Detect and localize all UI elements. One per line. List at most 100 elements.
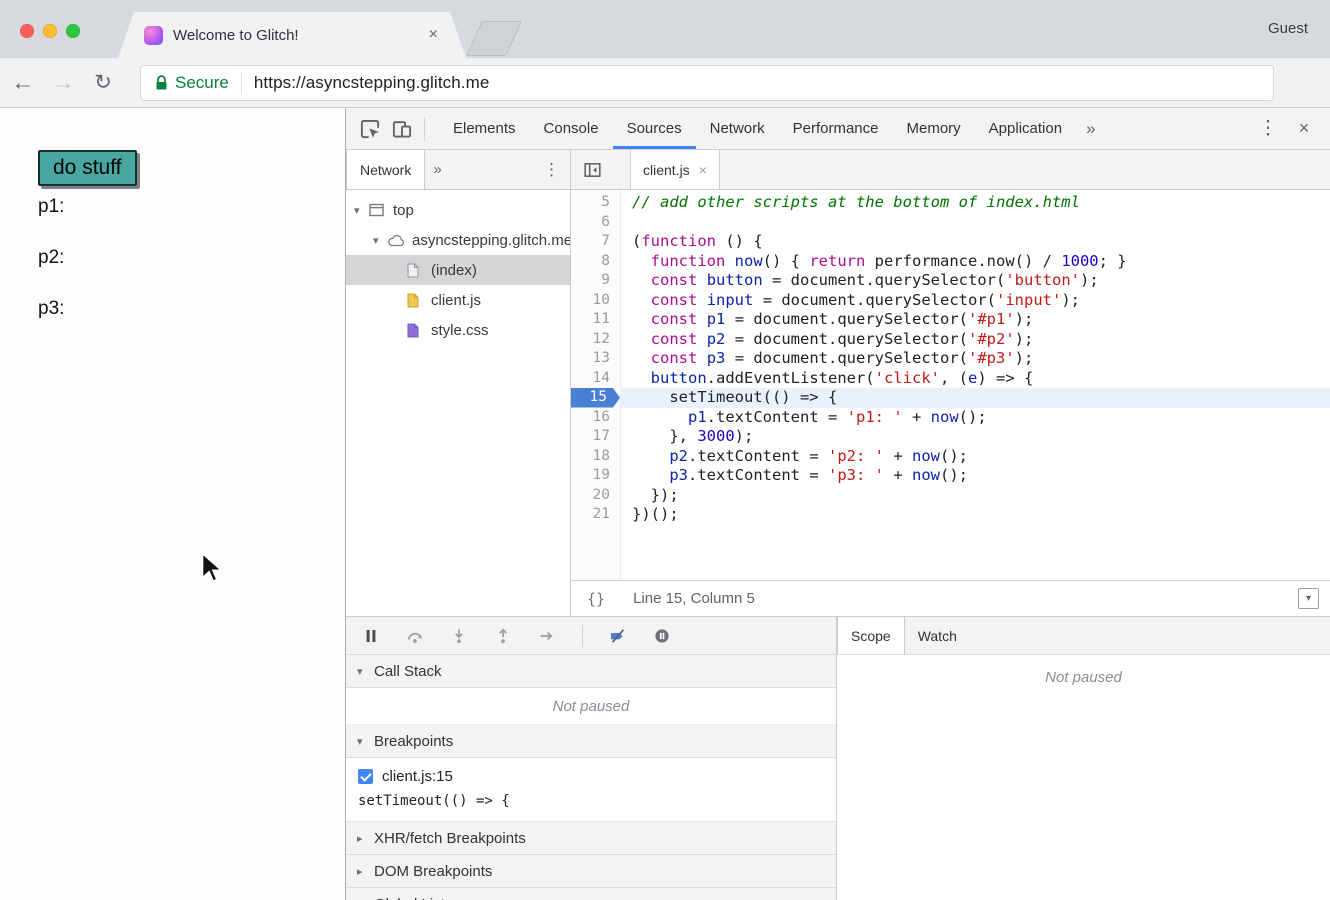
step-into-button[interactable] — [450, 627, 468, 645]
tree-item-style-css[interactable]: style.css — [346, 315, 570, 345]
scope-tab-scope[interactable]: Scope — [837, 617, 905, 654]
call-stack-section-header[interactable]: ▾ Call Stack — [346, 655, 836, 688]
line-number[interactable]: 18 — [571, 447, 620, 467]
section-header-dom-breakpoints[interactable]: ▸DOM Breakpoints — [346, 855, 836, 888]
reload-icon[interactable]: ↻ — [86, 66, 120, 100]
tree-item-asyncstepping-glitch-me[interactable]: ▾asyncstepping.glitch.me — [346, 225, 570, 255]
address-bar[interactable]: Secure https://asyncstepping.glitch.me — [140, 65, 1274, 101]
code-line[interactable]: p3.textContent = 'p3: ' + now(); — [620, 466, 1330, 486]
disclosure-triangle-icon[interactable]: ▾ — [373, 234, 388, 247]
code-line[interactable]: })(); — [620, 505, 1330, 525]
navigator-menu-icon[interactable]: ⋮ — [533, 160, 570, 180]
code-line[interactable]: button.addEventListener('click', (e) => … — [620, 369, 1330, 389]
pause-script-button[interactable] — [362, 627, 380, 645]
toggle-navigator-icon[interactable] — [583, 161, 602, 179]
line-number[interactable]: 16 — [571, 408, 620, 428]
pretty-print-icon[interactable]: {} — [587, 590, 605, 608]
url-text[interactable]: https://asyncstepping.glitch.me — [254, 73, 490, 93]
line-number[interactable]: 8 — [571, 252, 620, 272]
code-line[interactable]: }, 3000); — [620, 427, 1330, 447]
code-line[interactable]: function now() { return performance.now(… — [620, 252, 1330, 272]
tree-item--index-[interactable]: (index) — [346, 255, 570, 285]
code-line[interactable]: const p3 = document.querySelector('#p3')… — [620, 349, 1330, 369]
disclosure-triangle-icon[interactable]: ▾ — [354, 204, 369, 217]
close-window-button[interactable] — [20, 24, 34, 38]
code-row: 16 p1.textContent = 'p1: ' + now(); — [571, 408, 1330, 428]
line-number[interactable]: 21 — [571, 505, 620, 525]
devtools-tab-performance[interactable]: Performance — [779, 108, 893, 149]
step-button[interactable] — [538, 627, 556, 645]
code-token — [725, 252, 734, 270]
code-line[interactable]: p2.textContent = 'p2: ' + now(); — [620, 447, 1330, 467]
code-line[interactable]: // add other scripts at the bottom of in… — [620, 193, 1330, 213]
navigator-more-tabs-icon[interactable]: » — [425, 161, 449, 178]
section-header-global-listeners[interactable]: ▸Global Listeners — [346, 888, 836, 900]
breakpoint-entry[interactable]: client.js:15 setTimeout(() => { — [346, 758, 836, 822]
line-number[interactable]: 5 — [571, 193, 620, 213]
devtools-close-icon[interactable]: × — [1286, 111, 1322, 147]
line-number[interactable]: 7 — [571, 232, 620, 252]
code-line[interactable]: p1.textContent = 'p1: ' + now(); — [620, 408, 1330, 428]
line-number[interactable]: 20 — [571, 486, 620, 506]
devtools-tab-memory[interactable]: Memory — [893, 108, 975, 149]
device-toolbar-icon[interactable] — [386, 113, 418, 145]
line-number[interactable]: 17 — [571, 427, 620, 447]
scope-empty-message: Not paused — [837, 655, 1330, 900]
code-area[interactable]: 5// add other scripts at the bottom of i… — [571, 190, 1330, 580]
code-line[interactable]: const button = document.querySelector('b… — [620, 271, 1330, 291]
scope-tab-watch[interactable]: Watch — [905, 617, 970, 654]
tab-close-icon[interactable]: × — [427, 26, 440, 44]
line-number[interactable]: 13 — [571, 349, 620, 369]
code-token: = document.querySelector( — [725, 330, 968, 348]
code-line[interactable]: const input = document.querySelector('in… — [620, 291, 1330, 311]
line-number[interactable]: 9 — [571, 271, 620, 291]
code-token: p2 — [669, 447, 688, 465]
tree-item-client-js[interactable]: client.js — [346, 285, 570, 315]
line-number[interactable]: 11 — [571, 310, 620, 330]
breakpoint-checkbox[interactable] — [358, 769, 373, 784]
deactivate-breakpoints-button[interactable] — [609, 627, 627, 645]
pause-on-exceptions-button[interactable] — [653, 627, 671, 645]
editor-tab-close-icon[interactable]: × — [699, 162, 707, 178]
line-number[interactable]: 14 — [571, 369, 620, 389]
line-number[interactable]: 6 — [571, 213, 620, 233]
minimize-window-button[interactable] — [43, 24, 57, 38]
devtools-tab-application[interactable]: Application — [975, 108, 1076, 149]
section-header-xhr-fetch-breakpoints[interactable]: ▸XHR/fetch Breakpoints — [346, 822, 836, 855]
line-number[interactable]: 15 — [571, 388, 620, 408]
code-line[interactable]: const p1 = document.querySelector('#p1')… — [620, 310, 1330, 330]
expand-drawer-icon[interactable]: ▾ — [1298, 588, 1319, 609]
devtools-tab-network[interactable]: Network — [696, 108, 779, 149]
forward-icon[interactable]: → — [46, 66, 80, 100]
devtools-tab-elements[interactable]: Elements — [439, 108, 530, 149]
breakpoint-row: client.js:15 — [358, 768, 822, 785]
code-line[interactable]: (function () { — [620, 232, 1330, 252]
code-line[interactable]: const p2 = document.querySelector('#p2')… — [620, 330, 1330, 350]
code-token: p3 — [707, 349, 726, 367]
line-number[interactable]: 12 — [571, 330, 620, 350]
devtools-tab-console[interactable]: Console — [530, 108, 613, 149]
step-over-button[interactable] — [406, 627, 424, 645]
do-stuff-button[interactable]: do stuff — [38, 150, 137, 186]
new-tab-button[interactable] — [466, 21, 522, 56]
devtools-tab-sources[interactable]: Sources — [613, 108, 696, 149]
editor-tab-clientjs[interactable]: client.js × — [630, 150, 720, 189]
back-icon[interactable]: ← — [6, 66, 40, 100]
browser-tab[interactable]: Welcome to Glitch! × — [118, 12, 466, 58]
breakpoints-section-header[interactable]: ▾ Breakpoints — [346, 725, 836, 758]
code-line[interactable]: }); — [620, 486, 1330, 506]
more-tabs-icon[interactable]: » — [1076, 108, 1105, 149]
line-number[interactable]: 19 — [571, 466, 620, 486]
line-number[interactable]: 10 — [571, 291, 620, 311]
inspect-element-icon[interactable] — [354, 113, 386, 145]
code-line[interactable]: setTimeout(() => { — [620, 388, 1330, 408]
cloud-icon — [388, 232, 406, 248]
code-token: ); — [1061, 291, 1080, 309]
step-out-button[interactable] — [494, 627, 512, 645]
code-line[interactable] — [620, 213, 1330, 233]
navigator-tab-network[interactable]: Network — [346, 150, 425, 189]
zoom-window-button[interactable] — [66, 24, 80, 38]
code-token: const — [651, 330, 698, 348]
tree-item-top[interactable]: ▾top — [346, 195, 570, 225]
devtools-menu-icon[interactable]: ⋮ — [1250, 111, 1286, 147]
